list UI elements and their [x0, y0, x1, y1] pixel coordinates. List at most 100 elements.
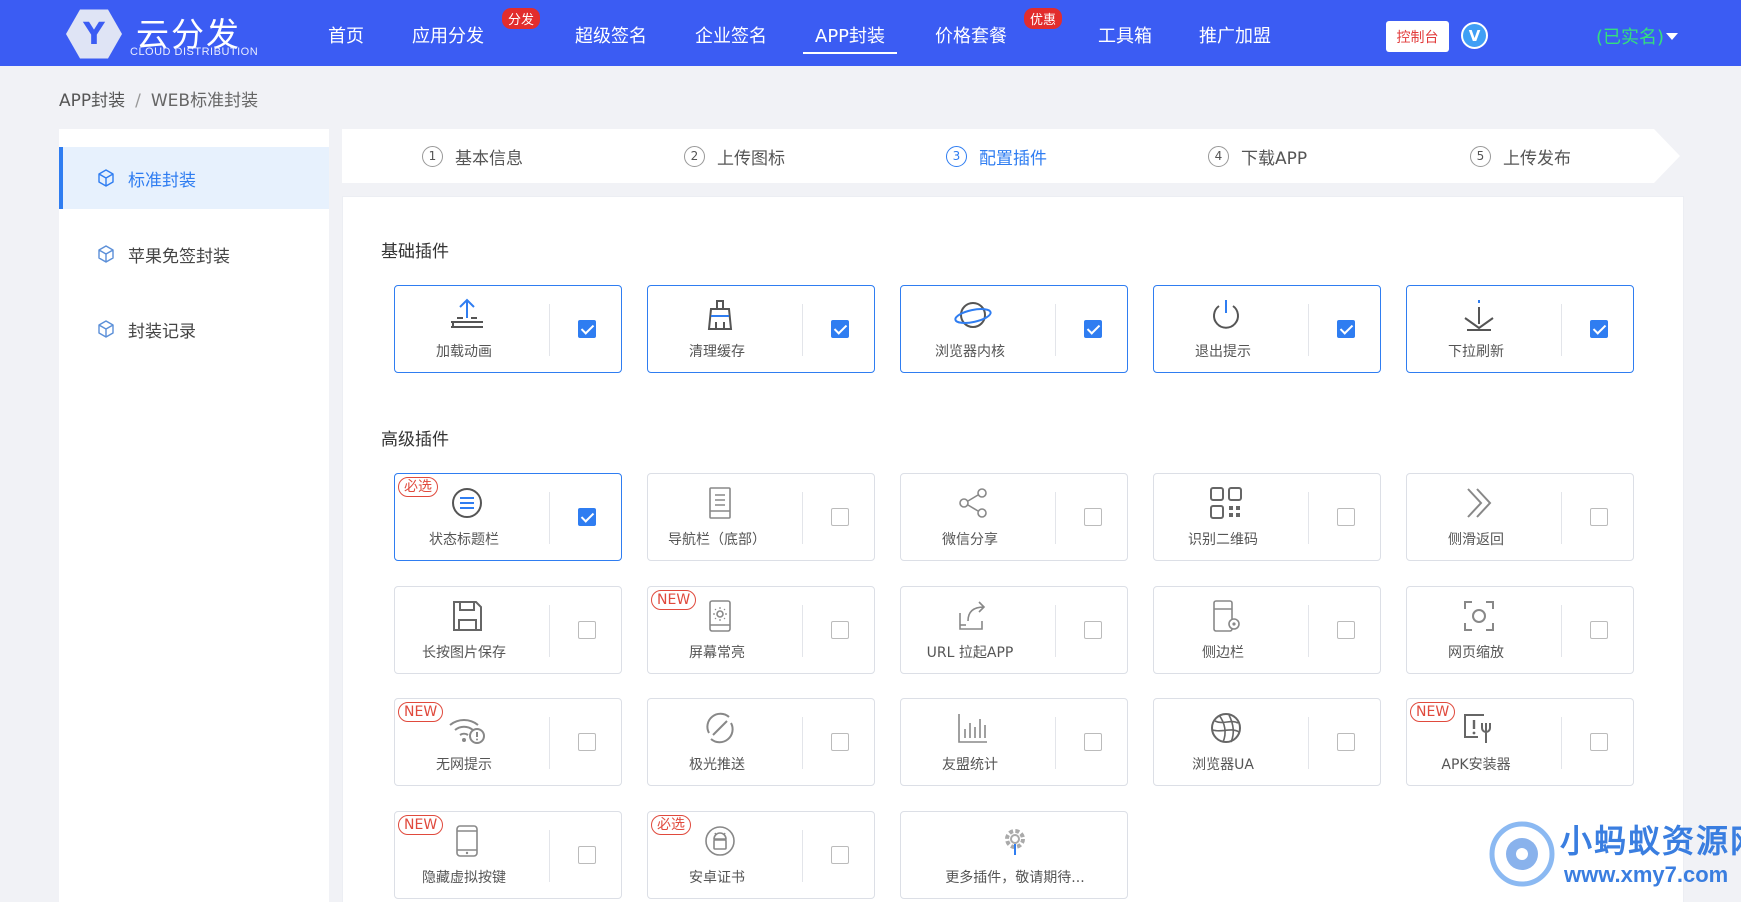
- plugin-checkbox[interactable]: [1590, 508, 1608, 526]
- plugin-card-jpush[interactable]: 极光推送: [647, 698, 875, 786]
- logo[interactable]: Y 云分发 CLOUD DISTRIBUTION: [66, 6, 258, 62]
- plugin-checkbox[interactable]: [578, 621, 596, 639]
- plugin-label: 网页缩放: [1448, 645, 1504, 661]
- plugin-checkbox[interactable]: [1084, 320, 1102, 338]
- nav-bar-icon: [700, 483, 740, 523]
- watermark-text: 小蚂蚁资源网: [1560, 822, 1741, 860]
- plugin-checkbox[interactable]: [831, 846, 849, 864]
- divider: [1055, 304, 1056, 356]
- planet-icon: [953, 295, 993, 335]
- plugin-checkbox[interactable]: [578, 846, 596, 864]
- plugin-card-browser-kernel[interactable]: 浏览器内核: [900, 285, 1128, 373]
- pull-down-icon: [1459, 295, 1499, 335]
- nav-badge-discount: 优惠: [1024, 8, 1063, 29]
- nav-pricing[interactable]: 价格套餐: [935, 22, 1007, 48]
- cube-icon: [98, 320, 114, 338]
- vip-badge-icon[interactable]: V: [1461, 22, 1488, 49]
- plugin-card-pull-refresh[interactable]: 下拉刷新: [1406, 285, 1634, 373]
- plugin-card-status-bar[interactable]: 状态标题栏 必选: [394, 473, 622, 561]
- plugin-checkbox[interactable]: [1084, 733, 1102, 751]
- divider: [1308, 304, 1309, 356]
- divider: [549, 830, 550, 882]
- step-label: 配置插件: [979, 148, 1047, 169]
- plugin-label: 识别二维码: [1188, 532, 1258, 548]
- plugin-label: 屏幕常亮: [689, 645, 745, 661]
- plugin-card-loading-animation[interactable]: 加载动画: [394, 285, 622, 373]
- plugin-card-umeng-stats[interactable]: 友盟统计: [900, 698, 1128, 786]
- nav-app-packaging[interactable]: APP封装: [802, 22, 898, 54]
- plugin-checkbox[interactable]: [1084, 621, 1102, 639]
- user-verified-status[interactable]: (已实名): [1596, 23, 1664, 49]
- divider: [549, 492, 550, 544]
- step-number: 5: [1470, 145, 1491, 167]
- plugin-checkbox[interactable]: [831, 320, 849, 338]
- plugin-card-sidebar[interactable]: 侧边栏: [1153, 586, 1381, 674]
- plugin-card-clear-cache[interactable]: 清理缓存: [647, 285, 875, 373]
- nav-enterprise-signature[interactable]: 企业签名: [695, 22, 767, 48]
- plugin-card-swipe-back[interactable]: 侧滑返回: [1406, 473, 1634, 561]
- plugin-label: 加载动画: [436, 344, 492, 360]
- plugin-card-wechat-share[interactable]: 微信分享: [900, 473, 1128, 561]
- power-icon: [1206, 295, 1246, 335]
- plugin-checkbox[interactable]: [1590, 320, 1608, 338]
- sidebar-item-apple-free[interactable]: 苹果免签封装: [59, 223, 329, 285]
- divider: [802, 492, 803, 544]
- divider: [1561, 605, 1562, 657]
- plugin-checkbox[interactable]: [1084, 508, 1102, 526]
- sidebar: 标准封装 苹果免签封装 封装记录: [59, 129, 329, 902]
- console-button[interactable]: 控制台: [1386, 21, 1449, 52]
- divider: [802, 304, 803, 356]
- advanced-plugins-title: 高级插件: [381, 430, 449, 450]
- plugin-card-nav-bar[interactable]: 导航栏（底部）: [647, 473, 875, 561]
- plugin-checkbox[interactable]: [578, 320, 596, 338]
- plugin-card-no-network[interactable]: 无网提示 NEW: [394, 698, 622, 786]
- divider: [549, 605, 550, 657]
- breadcrumb-root[interactable]: APP封装: [59, 91, 125, 111]
- plugin-checkbox[interactable]: [831, 733, 849, 751]
- divider: [802, 717, 803, 769]
- plugin-checkbox[interactable]: [831, 508, 849, 526]
- nav-super-signature[interactable]: 超级签名: [575, 22, 647, 48]
- nav-toolbox[interactable]: 工具箱: [1098, 22, 1152, 48]
- plugin-card-browser-ua[interactable]: 浏览器UA: [1153, 698, 1381, 786]
- plugin-label: APK安装器: [1441, 757, 1511, 773]
- divider: [549, 304, 550, 356]
- android-icon: [700, 821, 740, 861]
- plugin-checkbox[interactable]: [578, 508, 596, 526]
- nav-affiliate[interactable]: 推广加盟: [1199, 22, 1271, 48]
- step-wizard: 1 基本信息 2 上传图标 3 配置插件 4 下载APP 5 上传发布: [342, 129, 1682, 183]
- globe-icon: [1206, 708, 1246, 748]
- plugin-label: 侧滑返回: [1448, 532, 1504, 548]
- plugin-checkbox[interactable]: [1590, 733, 1608, 751]
- sidebar-item-records[interactable]: 封装记录: [59, 298, 329, 360]
- plugin-card-long-press-save[interactable]: 长按图片保存: [394, 586, 622, 674]
- plugin-card-apk-installer[interactable]: APK安装器 NEW: [1406, 698, 1634, 786]
- swipe-back-icon: [1459, 483, 1499, 523]
- plugin-card-qrcode[interactable]: 识别二维码: [1153, 473, 1381, 561]
- step-label: 下载APP: [1241, 148, 1308, 169]
- step-label: 上传发布: [1503, 148, 1571, 169]
- sidebar-item-standard[interactable]: 标准封装: [59, 147, 329, 209]
- plugin-card-exit-prompt[interactable]: 退出提示: [1153, 285, 1381, 373]
- chevron-down-icon[interactable]: [1666, 33, 1678, 40]
- plugin-checkbox[interactable]: [1590, 621, 1608, 639]
- nav-app-distribution[interactable]: 应用分发: [412, 22, 484, 48]
- plugin-card-screen-on[interactable]: 屏幕常亮 NEW: [647, 586, 875, 674]
- no-wifi-icon: [447, 708, 487, 748]
- nav-home[interactable]: 首页: [328, 22, 364, 48]
- basic-plugins-title: 基础插件: [381, 242, 449, 262]
- plugin-checkbox[interactable]: [1337, 320, 1355, 338]
- plugin-label: 导航栏（底部）: [668, 532, 766, 548]
- plugin-checkbox[interactable]: [1337, 621, 1355, 639]
- plugin-checkbox[interactable]: [578, 733, 596, 751]
- plugin-checkbox[interactable]: [1337, 508, 1355, 526]
- step-label: 基本信息: [455, 148, 523, 169]
- step-number: 4: [1208, 145, 1229, 167]
- sidebar-item-label: 封装记录: [128, 321, 196, 342]
- plugin-card-hide-virtual-keys[interactable]: 隐藏虚拟按键 NEW: [394, 811, 622, 899]
- plugin-checkbox[interactable]: [831, 621, 849, 639]
- plugin-card-page-zoom[interactable]: 网页缩放: [1406, 586, 1634, 674]
- plugin-card-android-cert[interactable]: 安卓证书 必选: [647, 811, 875, 899]
- plugin-card-url-open-app[interactable]: URL 拉起APP: [900, 586, 1128, 674]
- plugin-checkbox[interactable]: [1337, 733, 1355, 751]
